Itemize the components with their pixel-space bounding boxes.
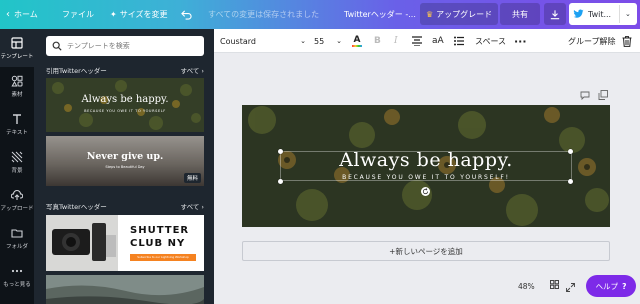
background-icon	[11, 151, 23, 162]
expand-icon	[566, 283, 575, 292]
chevron-down-icon: ⌄	[300, 37, 306, 45]
help-icon: ?	[622, 281, 627, 291]
template-headline: Never give up.	[86, 151, 164, 162]
sidebar-item-uploads[interactable]: アップロード	[0, 181, 34, 219]
template-thumbnail[interactable]: SHUTTER CLUB NY Subscribe to our Lightni…	[46, 215, 204, 271]
template-thumbnail[interactable]: Never give up. Steps to Beautiful Day 無料	[46, 136, 204, 186]
see-all-link[interactable]: すべて ›	[181, 65, 204, 75]
more-options-button[interactable]: ···	[514, 29, 527, 53]
search-input[interactable]	[67, 42, 197, 50]
sidebar-item-background[interactable]: 背景	[0, 143, 34, 181]
sidebar-item-more[interactable]: もっと見る	[0, 257, 34, 295]
comment-icon	[580, 91, 590, 101]
grid-view-button[interactable]	[550, 280, 559, 291]
sidebar-item-text[interactable]: テキスト	[0, 105, 34, 143]
template-icon	[11, 36, 23, 49]
canvas-area: Always be happy. BECAUSE YOU OWE IT TO Y…	[214, 53, 640, 304]
save-status: すべての変更は保存されました	[208, 10, 320, 19]
template-tag: Subscribe to our Lightning Workshop	[130, 254, 196, 261]
section-header-quote: 引用Twitterヘッダー すべて ›	[46, 65, 204, 75]
duplicate-page-button[interactable]	[598, 90, 608, 102]
download-button[interactable]	[544, 3, 566, 25]
home-button[interactable]: ‹ ホーム	[6, 0, 38, 29]
zoom-level[interactable]: 48%	[518, 282, 535, 291]
fullscreen-button[interactable]	[566, 283, 575, 294]
camera-photo-image	[46, 215, 118, 271]
more-icon	[11, 269, 23, 272]
flower-field-image	[46, 78, 204, 132]
italic-button[interactable]: I	[394, 29, 398, 53]
sidebar-item-templates[interactable]: テンプレート	[0, 29, 34, 67]
more-horizontal-icon: ···	[514, 34, 527, 48]
design-subline[interactable]: BECAUSE YOU OWE IT TO YOURSELF!	[242, 174, 610, 181]
star-icon: ✦	[110, 10, 117, 19]
align-button[interactable]	[412, 29, 422, 53]
editor-toolbar: Coustard ⌄ 55 ⌄ A B I aA スペース ··· グループ解除	[214, 29, 640, 53]
download-icon	[550, 9, 560, 19]
crown-icon: ♛	[426, 9, 434, 19]
list-icon	[454, 36, 464, 46]
template-title-line1: SHUTTER	[130, 225, 190, 236]
rotate-handle[interactable]	[421, 187, 430, 196]
spacing-button[interactable]: スペース	[475, 29, 506, 53]
see-all-link[interactable]: すべて ›	[181, 201, 204, 211]
align-center-icon	[412, 36, 422, 46]
delete-button[interactable]	[622, 29, 632, 53]
font-size-select[interactable]: 55 ⌄	[314, 29, 342, 53]
upgrade-button[interactable]: ♛ アップグレード	[420, 3, 499, 25]
font-family-select[interactable]: Coustard ⌄	[220, 29, 306, 53]
color-bar-icon	[352, 44, 362, 47]
template-subline: BECAUSE YOU OWE IT TO YOURSELF	[84, 109, 166, 113]
design-page[interactable]: Always be happy. BECAUSE YOU OWE IT TO Y…	[242, 105, 610, 227]
text-icon	[13, 113, 21, 124]
folder-icon	[11, 228, 23, 238]
search-icon	[52, 41, 62, 51]
free-badge: 無料	[183, 173, 201, 183]
help-button[interactable]: ヘルプ ?	[586, 275, 636, 297]
grid-icon	[550, 280, 559, 289]
resize-button[interactable]: ✦ サイズを変更	[110, 0, 167, 29]
section-header-photo: 写真Twitterヘッダー すべて ›	[46, 201, 204, 211]
copy-icon	[598, 90, 608, 100]
undo-icon	[181, 10, 192, 20]
ungroup-button[interactable]: グループ解除	[568, 29, 616, 53]
side-nav: テンプレート 素材 テキスト 背景 アップロード フォルダ もっと見る	[0, 29, 34, 304]
share-button[interactable]: 共有	[500, 3, 540, 25]
templates-panel: 引用Twitterヘッダー すべて › Always be happy. BEC…	[34, 29, 214, 304]
chevron-down-icon: ⌄	[336, 37, 342, 45]
undo-button[interactable]	[181, 0, 192, 29]
document-title[interactable]: Twitterヘッダー -...	[344, 0, 416, 29]
search-box[interactable]	[46, 36, 204, 56]
bold-button[interactable]: B	[374, 29, 381, 53]
template-subline: Steps to Beautiful Day	[105, 165, 145, 169]
template-thumbnail[interactable]: Always be happy. BECAUSE YOU OWE IT TO Y…	[46, 78, 204, 132]
top-bar: ‹ ホーム ファイル ✦ サイズを変更 すべての変更は保存されました Twitt…	[0, 0, 640, 29]
twitter-publish-button[interactable]: Twit... ⌄	[569, 3, 637, 25]
sidebar-item-elements[interactable]: 素材	[0, 67, 34, 105]
chevron-down-icon: ⌄	[625, 10, 631, 18]
template-headline: Always be happy.	[81, 94, 169, 105]
twitter-icon	[573, 9, 584, 18]
comment-button[interactable]	[580, 91, 590, 102]
design-headline[interactable]: Always be happy.	[242, 149, 610, 171]
chevron-left-icon: ‹	[6, 9, 10, 20]
sidebar-item-folders[interactable]: フォルダ	[0, 219, 34, 257]
list-button[interactable]	[454, 29, 464, 53]
elements-icon	[11, 75, 23, 86]
river-photo-image	[46, 275, 204, 304]
rotate-icon	[422, 188, 429, 195]
trash-icon	[622, 35, 632, 47]
case-button[interactable]: aA	[432, 29, 444, 53]
text-color-button[interactable]: A	[352, 29, 362, 53]
add-page-button[interactable]: +新しいページを追加	[242, 241, 610, 261]
upload-icon	[11, 189, 23, 200]
template-title-line2: CLUB NY	[130, 238, 186, 249]
template-thumbnail[interactable]	[46, 275, 204, 304]
file-menu[interactable]: ファイル	[62, 0, 94, 29]
